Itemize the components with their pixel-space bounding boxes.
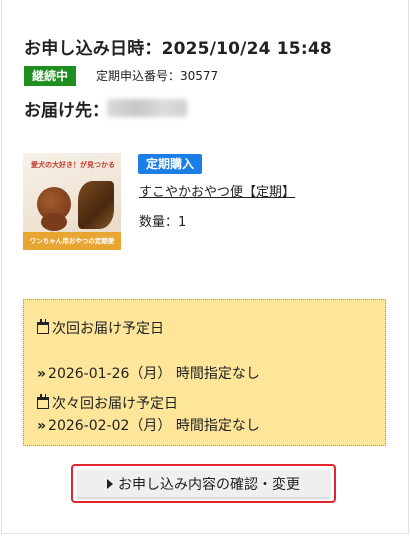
confirm-change-button-face[interactable]: お申し込み内容の確認・変更: [77, 470, 330, 497]
after-next-delivery-value-row: » 2026-02-02（月） 時間指定なし: [37, 415, 260, 435]
snack-illustration: [78, 181, 114, 229]
after-next-delivery-value: 2026-02-02（月） 時間指定なし: [48, 418, 260, 434]
after-next-delivery-label-row: 次々回お届け予定日: [37, 393, 178, 413]
subscription-number: 定期申込番号：30577: [96, 69, 219, 83]
product-image-band: ワンちゃん用おやつの定期便: [23, 232, 121, 250]
order-date: お申し込み日時：2025/10/24 15:48: [24, 39, 332, 59]
product-quantity: 数量：1: [139, 215, 187, 230]
status-badge: 継続中: [24, 66, 77, 86]
confirm-change-button[interactable]: お申し込み内容の確認・変更: [71, 464, 336, 503]
next-delivery-value-row: » 2026-01-26（月） 時間指定なし: [37, 363, 260, 383]
next-delivery-label-row: 次回お届け予定日: [37, 318, 164, 338]
product-name-link[interactable]: すこやかおやつ便【定期】: [139, 181, 295, 200]
confirm-change-label: お申し込み内容の確認・変更: [118, 476, 300, 493]
next-delivery-value: 2026-01-26（月） 時間指定なし: [48, 366, 260, 382]
product-image-caption: 愛犬の大好き！が見つかる: [31, 161, 115, 169]
subscription-badge: 定期購入: [138, 154, 203, 174]
product-image[interactable]: 愛犬の大好き！が見つかる ワンちゃん用おやつの定期便: [23, 153, 121, 250]
double-arrow-icon: »: [37, 366, 47, 382]
ship-to-label: お届け先：: [24, 101, 109, 121]
calendar-icon: [37, 394, 49, 409]
caret-right-icon: [107, 478, 113, 489]
after-next-delivery-label: 次々回お届け予定日: [52, 396, 178, 412]
dog-illustration: [37, 187, 71, 231]
ship-to-name-redacted: [107, 99, 187, 117]
delivery-schedule-box: 次回お届け予定日 » 2026-01-26（月） 時間指定なし 次々回お届け予定日…: [23, 299, 386, 446]
calendar-icon: [37, 319, 49, 334]
double-arrow-icon: »: [37, 418, 47, 434]
next-delivery-label: 次回お届け予定日: [52, 321, 164, 337]
